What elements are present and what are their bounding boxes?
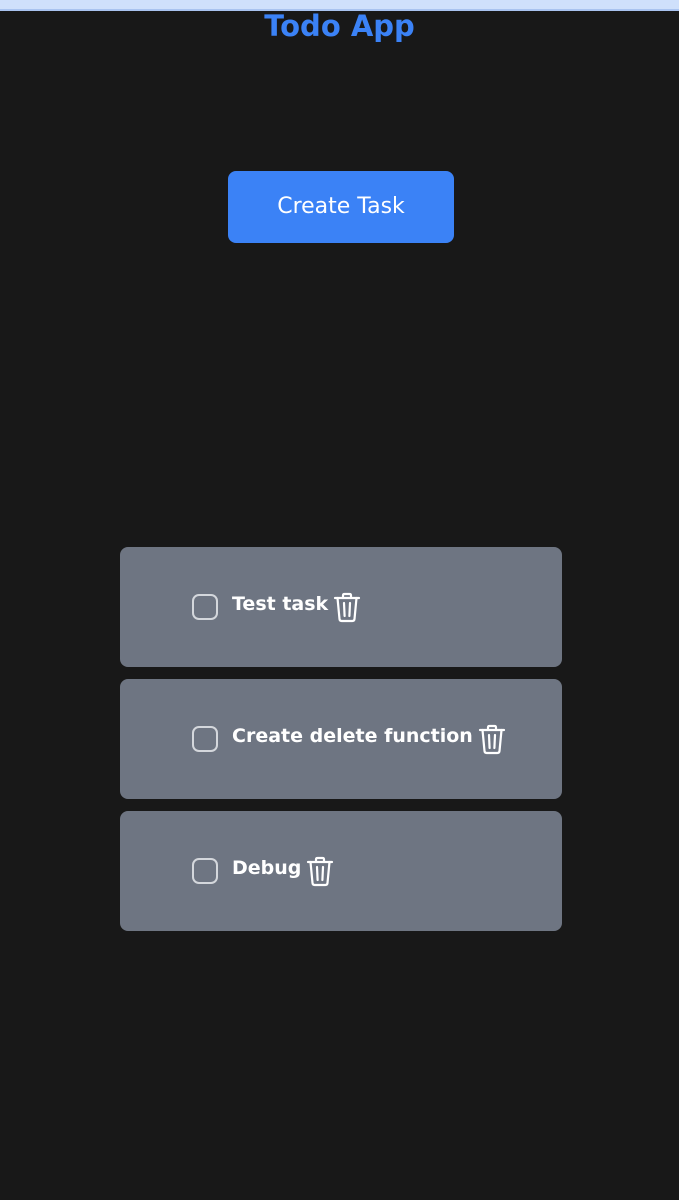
task-label: Debug bbox=[232, 857, 302, 879]
task-checkbox[interactable] bbox=[192, 726, 218, 752]
create-task-button[interactable]: Create Task bbox=[228, 171, 454, 243]
trash-icon bbox=[306, 855, 334, 887]
task-item: Debug bbox=[120, 811, 562, 931]
task-label: Create delete function bbox=[232, 725, 473, 747]
page-title: Todo App bbox=[264, 9, 415, 43]
task-item: Create delete function bbox=[120, 679, 562, 799]
task-item: Test task bbox=[120, 547, 562, 667]
task-list: Test task Create delete function Debug bbox=[120, 547, 562, 943]
delete-task-button[interactable] bbox=[305, 855, 335, 887]
trash-icon bbox=[333, 591, 361, 623]
delete-task-button[interactable] bbox=[477, 723, 507, 755]
task-checkbox[interactable] bbox=[192, 594, 218, 620]
task-checkbox[interactable] bbox=[192, 858, 218, 884]
task-label: Test task bbox=[232, 593, 329, 615]
delete-task-button[interactable] bbox=[332, 591, 362, 623]
trash-icon bbox=[478, 723, 506, 755]
